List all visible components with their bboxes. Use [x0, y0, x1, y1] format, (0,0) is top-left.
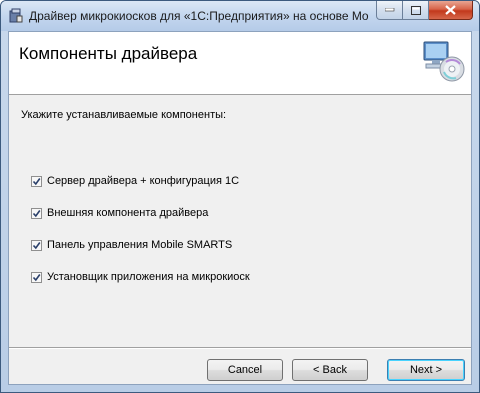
component-label: Внешняя компонента драйвера: [47, 207, 209, 219]
window-controls: [376, 1, 473, 21]
next-button-label: Next >: [409, 364, 443, 376]
page-title: Компоненты драйвера: [19, 44, 198, 63]
cancel-button-label: Cancel: [227, 364, 263, 376]
installer-app-icon: [8, 8, 24, 24]
minimize-button[interactable]: [376, 1, 403, 20]
checkbox[interactable]: [31, 271, 42, 283]
close-window-button[interactable]: [429, 1, 473, 20]
checkbox[interactable]: [31, 175, 42, 187]
next-button[interactable]: Next >: [387, 359, 465, 381]
window-title: Драйвер микрокиосков для «1С:Предприятия…: [29, 9, 369, 23]
dialog-client-area: Компоненты драйвера Укажите устанавливае…: [8, 31, 472, 385]
wizard-header: Компоненты драйвера: [9, 32, 471, 95]
maximize-icon: [410, 5, 421, 15]
back-arrow-icon: <: [313, 364, 320, 376]
component-label: Панель управления Mobile SMARTS: [47, 239, 233, 251]
component-label: Установщик приложения на микрокиоск: [47, 271, 250, 283]
instruction-text: Укажите устанавливаемые компоненты:: [21, 109, 227, 121]
checkbox[interactable]: [31, 239, 42, 251]
checkbox[interactable]: [31, 207, 42, 219]
cancel-button[interactable]: Cancel: [207, 359, 283, 381]
component-option[interactable]: Внешняя компонента драйвера: [31, 197, 250, 229]
installer-window: Драйвер микрокиосков для «1С:Предприятия…: [0, 0, 480, 393]
maximize-button[interactable]: [403, 1, 429, 20]
checkmark-icon: [32, 209, 41, 217]
component-list: Сервер драйвера + конфигурация 1С Внешня…: [31, 165, 250, 293]
close-icon: [445, 5, 456, 15]
component-label: Сервер драйвера + конфигурация 1С: [47, 175, 240, 187]
component-option[interactable]: Сервер драйвера + конфигурация 1С: [31, 165, 250, 197]
computer-disc-icon: [420, 38, 466, 84]
component-option[interactable]: Установщик приложения на микрокиоск: [31, 261, 250, 293]
back-button-label: Back: [322, 364, 347, 376]
component-option[interactable]: Панель управления Mobile SMARTS: [31, 229, 250, 261]
checkmark-icon: [32, 241, 41, 249]
checkmark-icon: [32, 177, 41, 185]
footer-divider: [9, 347, 471, 349]
checkmark-icon: [32, 273, 41, 281]
back-button[interactable]: < Back: [292, 359, 368, 381]
title-bar[interactable]: Драйвер микрокиосков для «1С:Предприятия…: [1, 1, 479, 31]
minimize-icon: [384, 8, 394, 12]
